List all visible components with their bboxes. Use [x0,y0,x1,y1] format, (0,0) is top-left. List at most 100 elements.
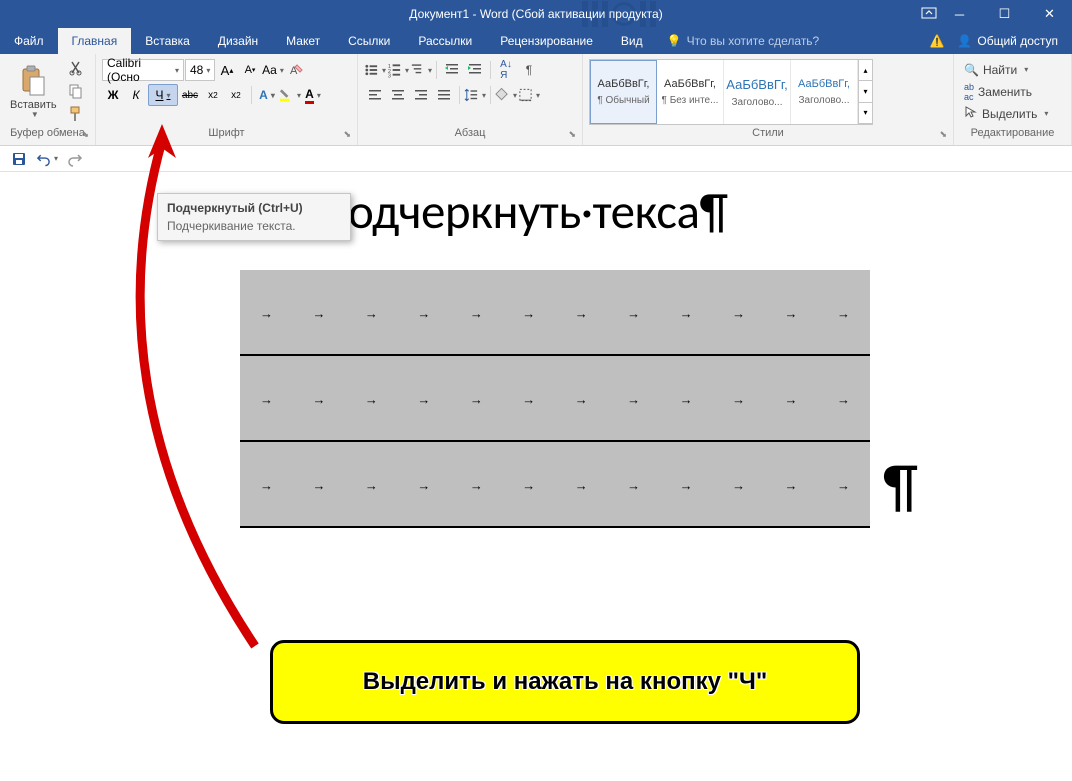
instruction-callout: Выделить и нажать на кнопку "Ч" [270,640,860,724]
table-row[interactable]: →→→→→→→→→→→→ [240,356,870,442]
tell-me-text: Что вы хотите сделать? [687,34,820,48]
underline-tooltip: Подчеркнутый (Ctrl+U) Подчеркивание текс… [157,193,351,241]
styles-gallery[interactable]: АаБбВвГг, ¶ Обычный АаБбВвГг, ¶ Без инте… [589,59,873,125]
title-bar: Документ1 - Word (Сбой активации продукт… [0,0,1072,28]
decrease-indent-button[interactable] [441,59,463,81]
change-case-button[interactable]: Aa▾ [262,59,284,81]
paste-label: Вставить [10,99,57,111]
font-group-label: Шрифт ⬊ [100,127,353,145]
share-icon: 👤 [957,34,972,48]
bullets-button[interactable]: ▾ [364,59,386,81]
replace-icon: abac [964,82,974,102]
quick-access-toolbar: ▾ [0,146,1072,172]
pilcrow-mark: ¶ [883,450,918,523]
shading-button[interactable]: ▾ [495,84,517,106]
borders-button[interactable]: ▾ [518,84,540,106]
replace-button[interactable]: abacЗаменить [960,81,1065,102]
find-icon: 🔍 [964,63,979,77]
font-name-combo[interactable]: Calibri (Осно▾ [102,59,184,81]
callout-text: Выделить и нажать на кнопку "Ч" [363,668,768,696]
style-heading1[interactable]: АаБбВвГг, Заголово... [724,60,791,124]
tab-mailings[interactable]: Рассылки [404,28,486,54]
shrink-font-button[interactable]: A▾ [239,59,261,81]
justify-button[interactable] [433,84,455,106]
strikethrough-button[interactable]: abc [179,84,201,106]
warning-icon[interactable]: ⚠️ [929,34,944,48]
undo-button[interactable]: ▾ [36,148,58,170]
grow-font-button[interactable]: A▴ [216,59,238,81]
sort-button[interactable]: А↓Я [495,59,517,81]
paste-button[interactable]: Вставить ▼ [4,57,63,127]
tab-layout[interactable]: Макет [272,28,334,54]
tab-review[interactable]: Рецензирование [486,28,607,54]
group-paragraph: ▾ 123▾ ▾ А↓Я ¶ ▾ ▾ ▾ [358,54,583,145]
dialog-launcher-icon[interactable]: ⬊ [939,129,947,140]
style-heading2[interactable]: АаБбВвГг, Заголово... [791,60,858,124]
ribbon-tabs: Файл Главная Вставка Дизайн Макет Ссылки… [0,28,1072,54]
show-marks-button[interactable]: ¶ [518,59,540,81]
align-right-button[interactable] [410,84,432,106]
dialog-launcher-icon[interactable]: ⬊ [81,129,89,140]
style-no-spacing[interactable]: АаБбВвГг, ¶ Без инте... [657,60,724,124]
select-icon [964,105,978,122]
minimize-button[interactable]: ─ [937,0,982,28]
group-styles: АаБбВвГг, ¶ Обычный АаБбВвГг, ¶ Без инте… [583,54,954,145]
gallery-down-button[interactable]: ▾ [859,81,872,102]
bold-button[interactable]: Ж [102,84,124,106]
gallery-more-button[interactable]: ▾ [859,103,872,124]
selected-table[interactable]: →→→→→→→→→→→→ →→→→→→→→→→→→ →→→→→→→→→→→→ ¶ [240,270,870,528]
highlight-button[interactable]: ▾ [279,84,301,106]
close-button[interactable]: ✕ [1027,0,1072,28]
underline-button[interactable]: Ч▾ [148,84,178,106]
align-center-button[interactable] [387,84,409,106]
text-effects-button[interactable]: A▾ [256,84,278,106]
maximize-button[interactable]: ☐ [982,0,1027,28]
window-title: Документ1 - Word (Сбой активации продукт… [409,7,662,21]
styles-group-label: Стили ⬊ [587,127,949,145]
save-button[interactable] [8,148,30,170]
dialog-launcher-icon[interactable]: ⬊ [343,129,351,140]
group-editing: 🔍Найти▾ abacЗаменить Выделить▾ Редактиро… [954,54,1072,145]
paragraph-group-label: Абзац ⬊ [362,127,578,145]
paste-icon [17,65,49,97]
tab-view[interactable]: Вид [607,28,657,54]
dialog-launcher-icon[interactable]: ⬊ [568,129,576,140]
select-button[interactable]: Выделить▾ [960,103,1065,124]
font-size-combo[interactable]: 48▾ [185,59,215,81]
ribbon-display-options[interactable] [921,5,937,24]
tab-references[interactable]: Ссылки [334,28,404,54]
svg-text:3: 3 [388,73,391,78]
style-normal[interactable]: АаБбВвГг, ¶ Обычный [590,60,657,124]
share-area: ⚠️ 👤 Общий доступ [915,28,1072,54]
table-row[interactable]: →→→→→→→→→→→→ [240,270,870,356]
tell-me-search[interactable]: 💡 Что вы хотите сделать? [667,28,820,54]
numbering-button[interactable]: 123▾ [387,59,409,81]
font-color-button[interactable]: A▾ [302,84,324,106]
tab-insert[interactable]: Вставка [131,28,204,54]
group-clipboard: Вставить ▼ Буфер обмена ⬊ [0,54,96,145]
group-font: Calibri (Осно▾ 48▾ A▴ A▾ Aa▾ A Ж К Ч▾ ab… [96,54,358,145]
line-spacing-button[interactable]: ▾ [464,84,486,106]
gallery-nav: ▴ ▾ ▾ [858,60,872,124]
cut-button[interactable] [65,57,87,79]
multilevel-list-button[interactable]: ▾ [410,59,432,81]
gallery-up-button[interactable]: ▴ [859,60,872,81]
ribbon: Вставить ▼ Буфер обмена ⬊ [0,54,1072,146]
share-button[interactable]: Общий доступ [977,34,1058,48]
window-controls: ─ ☐ ✕ [937,0,1072,28]
table-row[interactable]: →→→→→→→→→→→→ ¶ [240,442,870,528]
subscript-button[interactable]: x2 [202,84,224,106]
tab-home[interactable]: Главная [58,28,132,54]
copy-button[interactable] [65,80,87,102]
redo-button[interactable] [64,148,86,170]
clear-formatting-button[interactable]: A [285,59,307,81]
increase-indent-button[interactable] [464,59,486,81]
superscript-button[interactable]: x2 [225,84,247,106]
italic-button[interactable]: К [125,84,147,106]
tab-file[interactable]: Файл [0,28,58,54]
format-painter-button[interactable] [65,103,87,125]
find-button[interactable]: 🔍Найти▾ [960,59,1065,80]
tab-design[interactable]: Дизайн [204,28,272,54]
align-left-button[interactable] [364,84,386,106]
editing-group-label: Редактирование [958,127,1067,145]
